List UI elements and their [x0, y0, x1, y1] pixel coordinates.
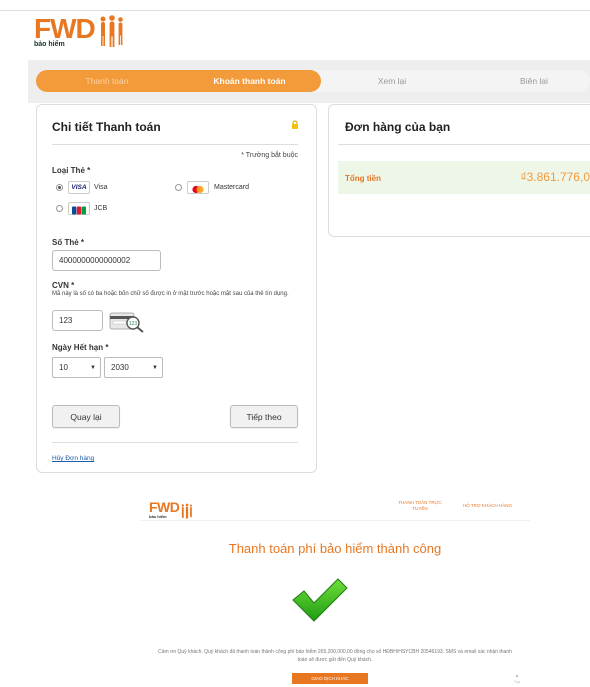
next-button[interactable]: Tiếp theo [230, 405, 298, 428]
expiry-month-select[interactable]: 10 ▼ [52, 357, 101, 378]
expiry-year-value: 2030 [111, 363, 129, 372]
success-message-line1: Cảm ơn Quý khách. Quý khách đã thanh toá… [158, 649, 512, 655]
confirmation-header-divider [140, 520, 530, 521]
cvn-help-text: Mã này là số có ba hoặc bốn chữ số được … [52, 291, 289, 297]
step-review: Xem lại [377, 76, 407, 86]
cvn-label: CVN * [52, 281, 75, 290]
chevron-down-icon: ▼ [90, 365, 96, 371]
svg-text:123: 123 [129, 321, 138, 327]
logo-text: FWD [34, 13, 96, 44]
visa-label: Visa [94, 184, 108, 191]
expiry-year-select[interactable]: 2030 ▼ [104, 357, 163, 378]
cancel-order-link[interactable]: Hủy Đơn hàng [52, 455, 94, 462]
required-note: * Trường bắt buộc [241, 152, 298, 159]
top-divider [0, 10, 590, 11]
jcb-radio[interactable] [56, 205, 63, 212]
order-total-label: Tổng tiền [345, 174, 381, 183]
step-payment-details: Khoản thanh toán [213, 76, 286, 86]
confirmation-logo-text: FWD [149, 499, 180, 515]
card-type-label: Loại Thẻ * [52, 166, 91, 175]
new-transaction-button[interactable]: GIAO DỊCH KHÁC [292, 673, 368, 684]
back-to-top-button[interactable]: ▲ Top [510, 674, 524, 685]
fwd-logo: FWD bảo hiểm [34, 14, 127, 48]
card-number-input[interactable]: 4000000000000002 [52, 250, 161, 271]
cvn-input[interactable]: 123 [52, 310, 103, 331]
success-title: Thanh toán phí bảo hiểm thành công [228, 541, 442, 556]
jcb-label: JCB [94, 205, 108, 212]
people-icon [182, 503, 193, 519]
confirmation-fwd-logo: FWD bảo hiểm [149, 500, 194, 519]
card-number-label: Số Thẻ * [52, 238, 85, 247]
success-checkmark-icon [292, 578, 348, 622]
visa-radio[interactable] [56, 184, 63, 191]
nav-customer-support-link[interactable]: HỖ TRỢ KHÁCH HÀNG [450, 503, 525, 508]
mastercard-label: Mastercard [214, 184, 250, 191]
mastercard-logo-icon [187, 181, 209, 194]
jcb-logo-icon [68, 202, 90, 215]
expiry-label: Ngày Hết hạn * [52, 343, 109, 352]
visa-logo-icon: VISA [68, 181, 90, 194]
nav-online-payment-link[interactable]: THANH TOÁN TRỰC TUYẾN [398, 500, 442, 512]
back-button[interactable]: Quay lại [52, 405, 120, 428]
payment-details-title: Chi tiết Thanh toán [52, 120, 161, 134]
order-total-value: ₫3.861.776,0 [520, 170, 590, 184]
step-payment: Thanh toán [85, 76, 129, 86]
people-icon [100, 15, 123, 47]
payment-title-divider [52, 144, 298, 145]
chevron-down-icon: ▼ [152, 365, 158, 371]
mastercard-radio[interactable] [175, 184, 182, 191]
order-summary-title: Đơn hàng của bạn [345, 120, 451, 134]
order-title-divider [338, 144, 590, 145]
lock-icon [292, 120, 298, 129]
expiry-month-value: 10 [59, 363, 68, 372]
back-to-top-label: Top [513, 679, 521, 684]
buttons-divider [52, 442, 298, 443]
success-message-line2: toán sẽ được gửi đến Quý khách. [297, 657, 373, 663]
step-receipt: Biên lai [520, 76, 548, 86]
cvn-card-example-icon: 123 [109, 311, 145, 333]
